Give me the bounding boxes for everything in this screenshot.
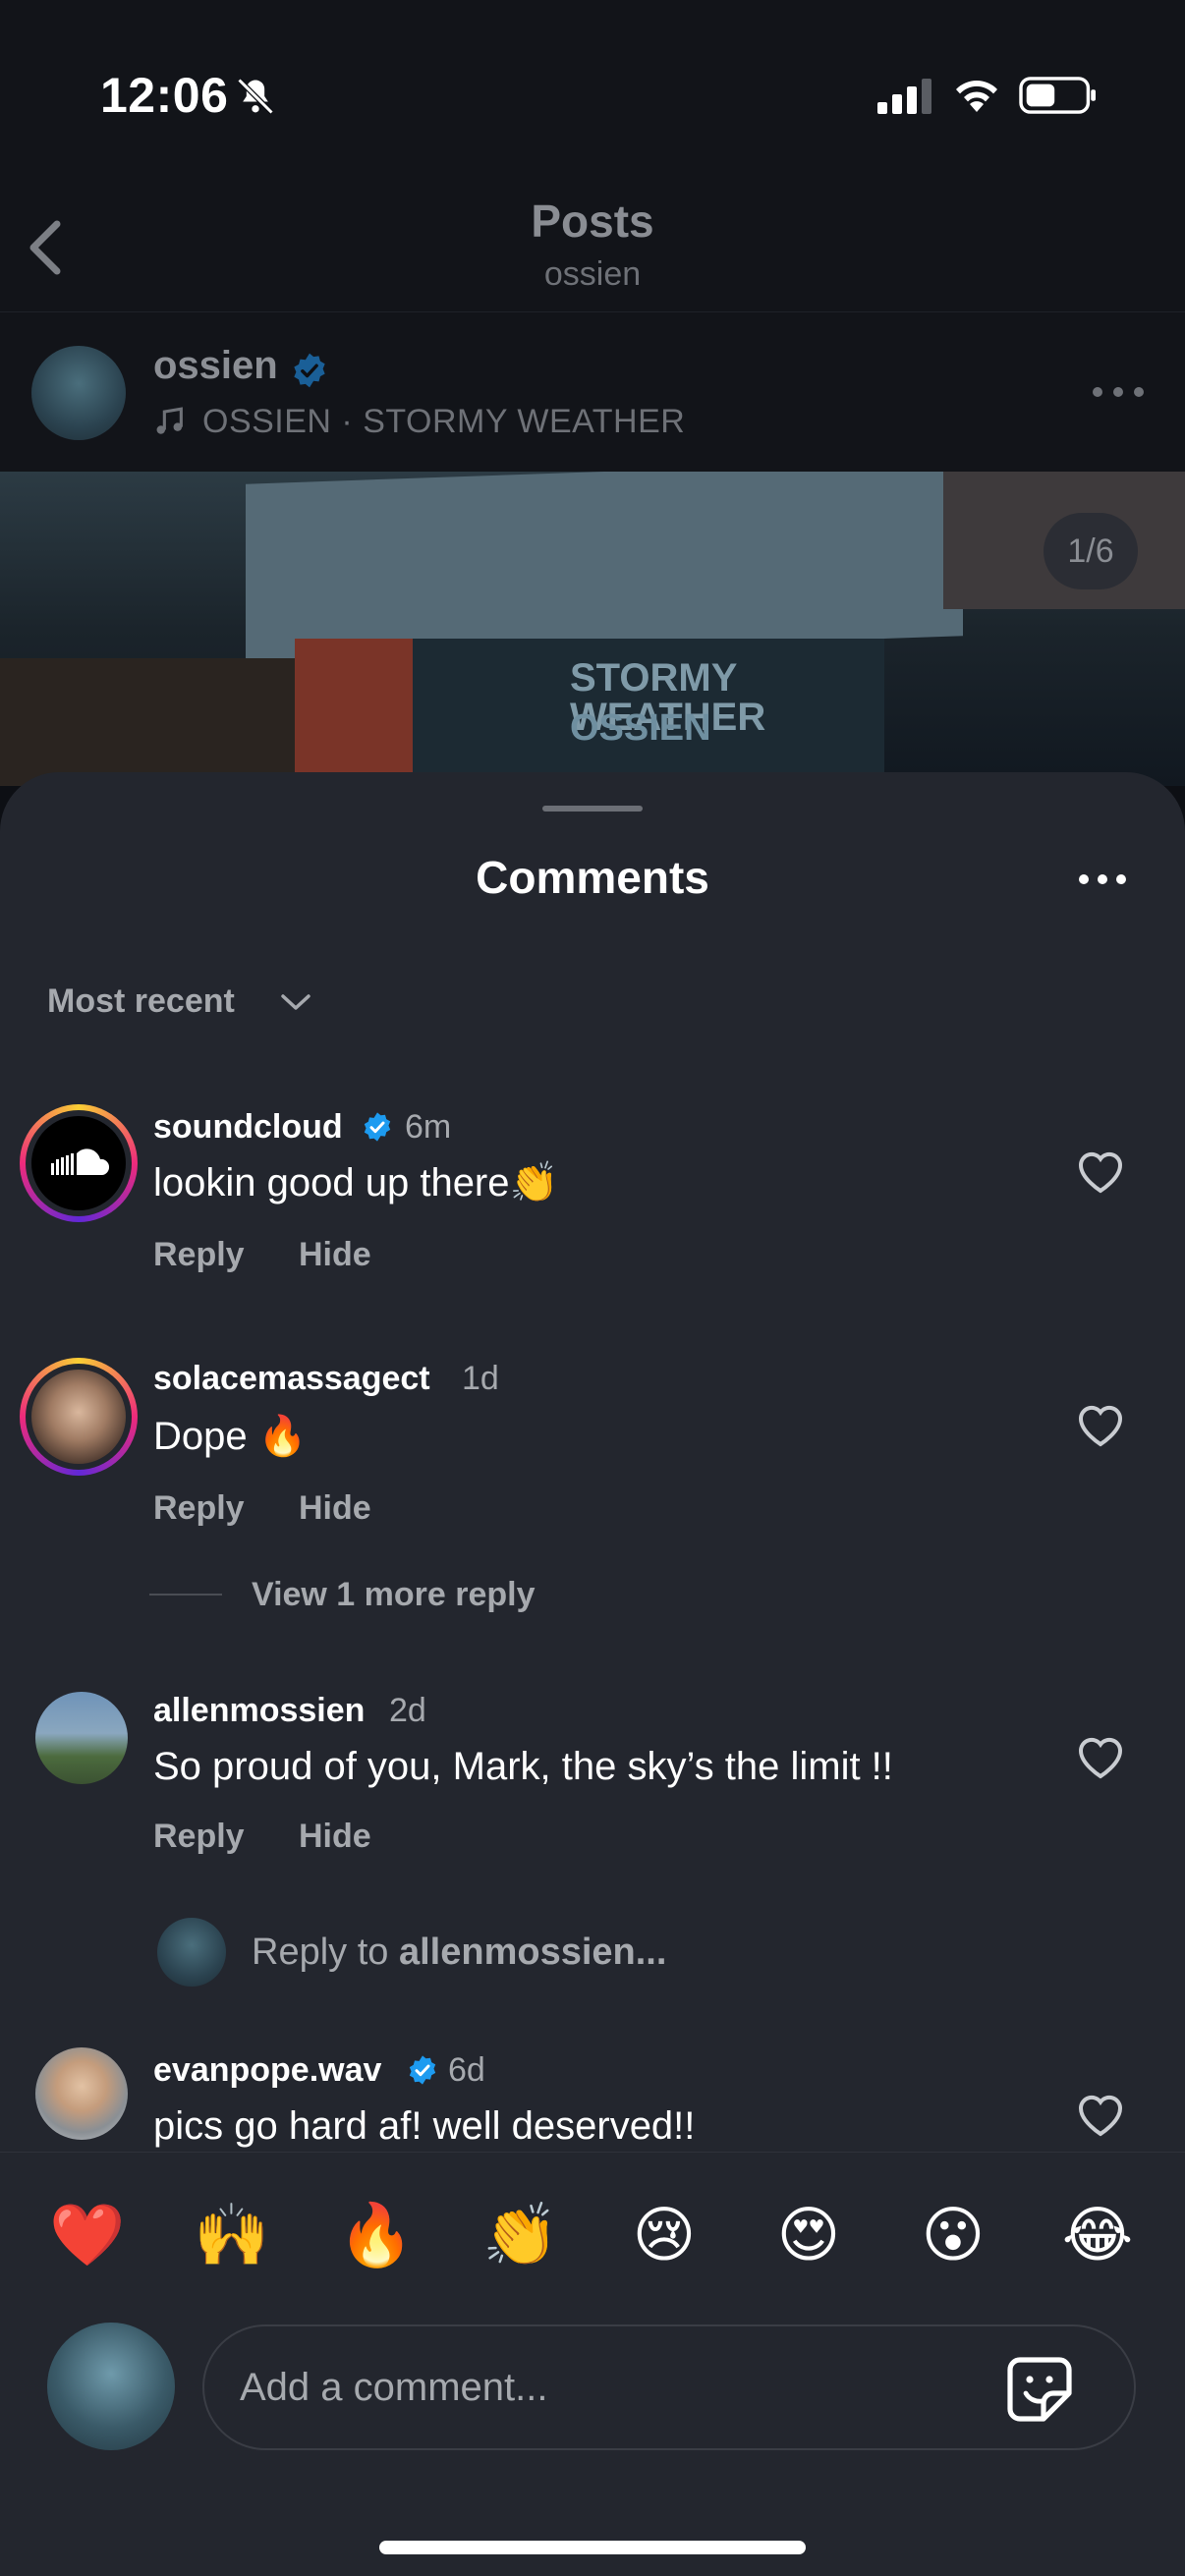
post-image[interactable]: STORMY WEATHER OSSIEN — [0, 472, 1185, 786]
image-red-sign — [295, 639, 413, 786]
hide-button[interactable]: Hide — [299, 1818, 371, 1856]
status-time: 12:06 — [100, 68, 229, 123]
heart-icon[interactable] — [1075, 1148, 1126, 1195]
verified-badge-icon — [294, 353, 325, 388]
view-more-replies-button[interactable]: View 1 more reply — [252, 1576, 536, 1614]
emoji-clap-button[interactable]: 👏 — [482, 2199, 558, 2273]
my-avatar — [47, 2323, 175, 2450]
my-avatar-small — [157, 1918, 226, 1987]
avatar[interactable] — [31, 1116, 126, 1210]
reply-to-username: allenmossien... — [398, 1932, 667, 1973]
comment-input-placeholder: Add a comment... — [240, 2366, 548, 2409]
view-replies-divider — [149, 1594, 222, 1596]
image-billboard-top — [246, 472, 963, 661]
hide-button[interactable]: Hide — [299, 1236, 371, 1274]
comment-text: So proud of you, Mark, the sky’s the lim… — [153, 1745, 893, 1788]
soundcloud-logo-icon — [51, 1148, 110, 1175]
comment-username[interactable]: soundcloud — [153, 1108, 343, 1147]
reply-to-prompt[interactable]: Reply to allenmossien... — [252, 1932, 666, 1974]
comment-username[interactable]: allenmossien — [153, 1692, 365, 1730]
reply-button[interactable]: Reply — [153, 1236, 245, 1274]
verified-badge-icon — [409, 2055, 436, 2085]
comment-text: pics go hard af! well deserved!! — [153, 2104, 696, 2148]
emoji-raised-hands-button[interactable]: 🙌 — [194, 2199, 269, 2273]
comment-username[interactable]: solacemassagect — [153, 1360, 430, 1398]
avatar[interactable] — [35, 1692, 128, 1784]
emoji-quick-bar — [0, 2152, 1185, 2319]
post-more-options-icon[interactable] — [1091, 385, 1146, 399]
emoji-heart-button[interactable]: ❤️ — [49, 2199, 125, 2273]
heart-icon[interactable] — [1075, 2091, 1126, 2138]
comment-time: 6d — [448, 2051, 485, 2089]
heart-icon[interactable] — [1075, 1733, 1126, 1780]
author-avatar[interactable] — [31, 346, 126, 440]
status-bar: 12:06 — [0, 0, 1185, 187]
emoji-crying-button[interactable]: 😢 — [627, 2199, 702, 2273]
comment-time: 1d — [462, 1360, 499, 1397]
comment-text: lookin good up there👏 — [153, 1161, 559, 1204]
sticker-icon[interactable] — [1004, 2354, 1075, 2425]
image-artist-text: OSSIEN — [570, 707, 711, 749]
post-author-row — [0, 314, 1185, 472]
avatar[interactable] — [35, 2047, 128, 2140]
image-storefront — [0, 658, 295, 786]
page-title: Posts — [531, 196, 654, 247]
sheet-more-options-icon[interactable] — [1077, 872, 1128, 886]
author-username[interactable]: ossien — [153, 344, 278, 388]
comment-username[interactable]: evanpope.wav — [153, 2051, 381, 2090]
sheet-title: Comments — [476, 852, 709, 903]
emoji-heart-eyes-button[interactable]: 😍 — [771, 2199, 846, 2273]
sort-dropdown-label[interactable]: Most recent — [47, 982, 235, 1021]
reply-button[interactable]: Reply — [153, 1818, 245, 1856]
bell-slash-icon — [237, 78, 274, 115]
avatar[interactable] — [31, 1370, 126, 1464]
hide-button[interactable]: Hide — [299, 1489, 371, 1528]
comment-time: 2d — [389, 1692, 426, 1729]
cellular-signal-icon — [877, 79, 931, 114]
comment-text: Dope 🔥 — [153, 1415, 308, 1458]
heart-icon[interactable] — [1075, 1401, 1126, 1448]
verified-badge-icon — [364, 1112, 391, 1142]
sheet-grabber[interactable] — [542, 806, 643, 812]
music-note-icon — [156, 407, 183, 434]
reply-button[interactable]: Reply — [153, 1489, 245, 1528]
post-song[interactable]: OSSIEN · STORMY WEATHER — [202, 403, 685, 441]
battery-icon — [1019, 77, 1096, 114]
chevron-down-icon[interactable] — [279, 988, 312, 1016]
carousel-page-counter: 1/6 — [1044, 513, 1138, 589]
page-subtitle: ossien — [543, 255, 642, 293]
emoji-fire-button[interactable]: 🔥 — [338, 2199, 414, 2273]
emoji-surprised-button[interactable]: 😮 — [916, 2199, 990, 2273]
comment-time: 6m — [405, 1108, 452, 1146]
home-indicator[interactable] — [379, 2541, 806, 2554]
wifi-icon — [956, 81, 997, 112]
emoji-laughing-button[interactable]: 😂 — [1060, 2199, 1135, 2273]
